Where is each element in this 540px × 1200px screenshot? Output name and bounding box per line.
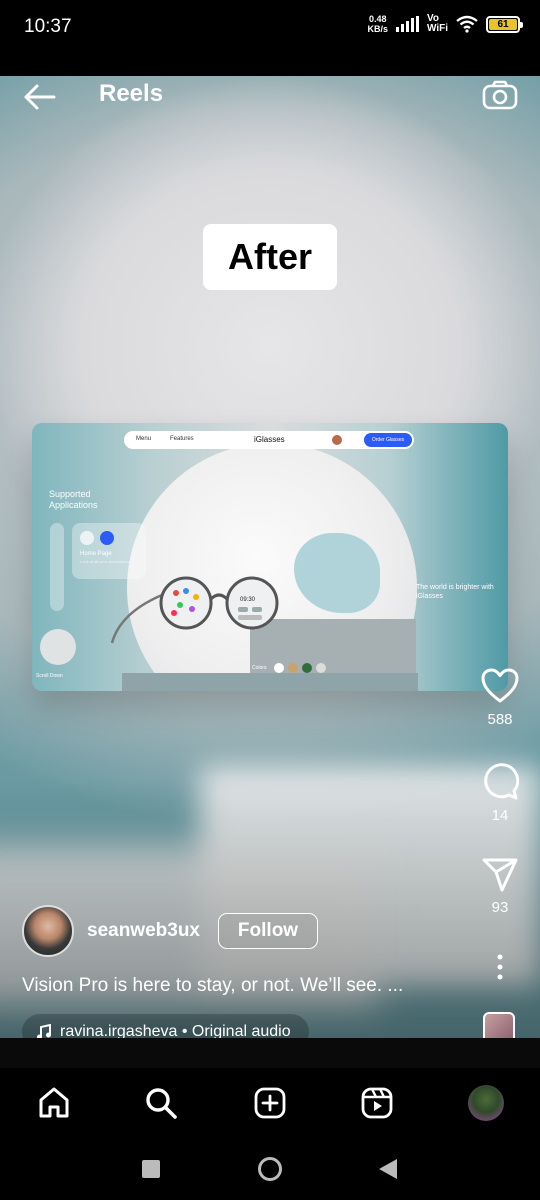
comment-action: 14: [460, 762, 540, 824]
audio-pill[interactable]: ravina.irgasheva • Original audio: [22, 1014, 309, 1038]
music-note-icon: [37, 1024, 51, 1038]
square-icon: [142, 1160, 160, 1178]
home-button[interactable]: [255, 1154, 285, 1184]
mockup-navbar: Menu Features iGlasses Order Glasses: [124, 431, 414, 449]
circle-icon: [258, 1157, 282, 1181]
reel-caption[interactable]: Vision Pro is here to stay, or not. We’l…: [22, 975, 403, 997]
home-icon: [39, 1087, 69, 1118]
glasses-illustration: 09:30: [110, 576, 279, 644]
tab-search[interactable]: [140, 1082, 182, 1124]
reels-header: Reels: [0, 76, 540, 136]
like-count: 588: [487, 711, 513, 728]
add-post-icon: [254, 1087, 286, 1119]
recent-apps-button[interactable]: [136, 1154, 166, 1184]
mockup-avatar: [332, 435, 342, 445]
page-title: Reels: [99, 80, 164, 107]
tab-home[interactable]: [33, 1082, 75, 1124]
search-icon: [146, 1088, 177, 1119]
battery-icon: 61: [486, 15, 523, 33]
mockup-side-rail: [50, 523, 64, 611]
status-bar: 10:37 0.48 KB/s Vo WiFi 61: [0, 0, 540, 76]
bottom-navigation: [0, 1068, 540, 1138]
profile-avatar: [468, 1085, 504, 1121]
tab-reels[interactable]: [356, 1082, 398, 1124]
mockup-world-text: The world is brighter with iGlasses: [416, 584, 494, 600]
reel-author: seanweb3ux Follow: [22, 905, 318, 957]
like-action: 588: [460, 668, 540, 728]
username[interactable]: seanweb3ux: [87, 920, 200, 942]
mockup-scroll-down: Scroll Down: [36, 673, 63, 679]
tab-profile[interactable]: [465, 1082, 507, 1124]
share-action: 93: [460, 858, 540, 916]
mockup-home-card: Home Page Look at all your applications: [72, 523, 146, 579]
system-navigation-bar: [0, 1138, 540, 1200]
camera-icon[interactable]: [482, 80, 518, 110]
audio-thumbnail[interactable]: [483, 1012, 515, 1038]
reel-video[interactable]: Reels After Menu Features iGlasses Order…: [0, 76, 540, 1038]
signal-icon: [395, 16, 419, 32]
more-options-button[interactable]: [460, 954, 540, 985]
mockup-color-swatches: Colors: [252, 663, 327, 673]
mockup-floor: [122, 673, 418, 691]
status-time: 10:37: [24, 16, 72, 37]
wifi-icon: [456, 15, 478, 33]
comment-icon[interactable]: [481, 762, 520, 800]
follow-button[interactable]: Follow: [218, 913, 318, 949]
vowifi-indicator: Vo WiFi: [426, 13, 448, 34]
status-icons: 0.48 KB/s Vo WiFi 61: [367, 13, 523, 34]
tab-create[interactable]: [249, 1082, 291, 1124]
mockup-supported-label: Supported Applications: [49, 489, 98, 510]
video-overlay-text: After: [203, 224, 337, 290]
divider: [0, 1038, 540, 1068]
audio-label: ravina.irgasheva • Original audio: [60, 1023, 291, 1038]
more-vertical-icon[interactable]: [496, 954, 504, 980]
reels-icon: [361, 1087, 393, 1119]
send-icon[interactable]: [482, 858, 518, 892]
video-frame-mockup: Menu Features iGlasses Order Glasses Sup…: [32, 423, 508, 691]
back-button[interactable]: [373, 1154, 403, 1184]
share-count: 93: [491, 899, 509, 916]
heart-icon[interactable]: [481, 668, 519, 704]
mockup-clock: 09:30: [240, 597, 256, 603]
network-speed: 0.48 KB/s: [367, 14, 388, 34]
comment-count: 14: [491, 807, 509, 824]
back-arrow-icon[interactable]: [22, 82, 56, 112]
avatar[interactable]: [22, 905, 74, 957]
triangle-back-icon: [379, 1159, 397, 1179]
mockup-ball: [40, 629, 76, 665]
